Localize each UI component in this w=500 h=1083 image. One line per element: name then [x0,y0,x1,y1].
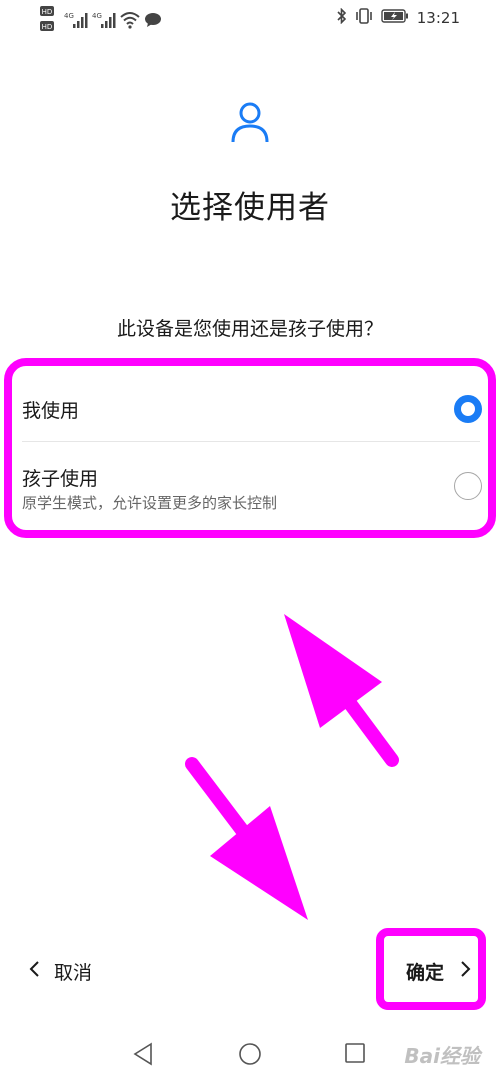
hd-icon: HD HD [40,6,60,38]
radio-checked-icon[interactable] [454,395,482,423]
net2-text: 4G [92,12,102,20]
confirm-button[interactable]: 确定 [406,958,472,985]
status-right: 13:21 [337,7,460,28]
message-bubble-icon [144,12,162,32]
status-left: HD HD 4G 4G [40,6,162,38]
watermark-logo: Bai经验 [404,1044,480,1068]
nav-back-icon[interactable] [132,1042,154,1070]
option-me-label: 我使用 [22,400,80,422]
wifi-icon [120,11,140,33]
annotation-arrows [185,614,399,920]
page-title: 选择使用者 [170,190,330,226]
hd2-text: HD [42,23,53,31]
radio-unchecked-icon[interactable] [454,472,482,500]
battery-icon [381,9,409,27]
hd1-text: HD [42,8,53,16]
cancel-label: 取消 [54,962,93,984]
option-me[interactable]: 我使用 [22,378,482,440]
status-time: 13:21 [416,9,460,27]
chevron-right-icon [460,960,472,983]
divider [22,441,480,442]
chevron-left-icon [28,960,40,983]
vibrate-icon [355,8,373,28]
option-child[interactable]: 孩子使用 原学生模式，允许设置更多的家长控制 [22,446,482,522]
user-icon [230,100,270,144]
nav-recent-icon[interactable] [344,1042,366,1068]
net1-text: 4G [64,12,74,20]
screen: HD HD 4G 4G 13:21 选择使用者 此设备是您使用还是孩子使用？ 我… [0,0,500,1083]
nav-home-icon[interactable] [238,1042,262,1070]
status-bar: HD HD 4G 4G 13:21 [0,0,500,40]
arrow-up-icon [284,614,399,767]
signal-4g-icon: 4G [64,10,88,34]
question-text: 此设备是您使用还是孩子使用？ [116,318,383,340]
option-child-label: 孩子使用 [22,468,99,490]
option-child-sublabel: 原学生模式，允许设置更多的家长控制 [22,494,278,512]
signal-4g-icon: 4G [92,10,116,34]
bluetooth-icon [337,7,347,28]
arrow-down-icon [185,757,308,920]
cancel-button[interactable]: 取消 [28,958,92,985]
confirm-label: 确定 [406,962,445,984]
